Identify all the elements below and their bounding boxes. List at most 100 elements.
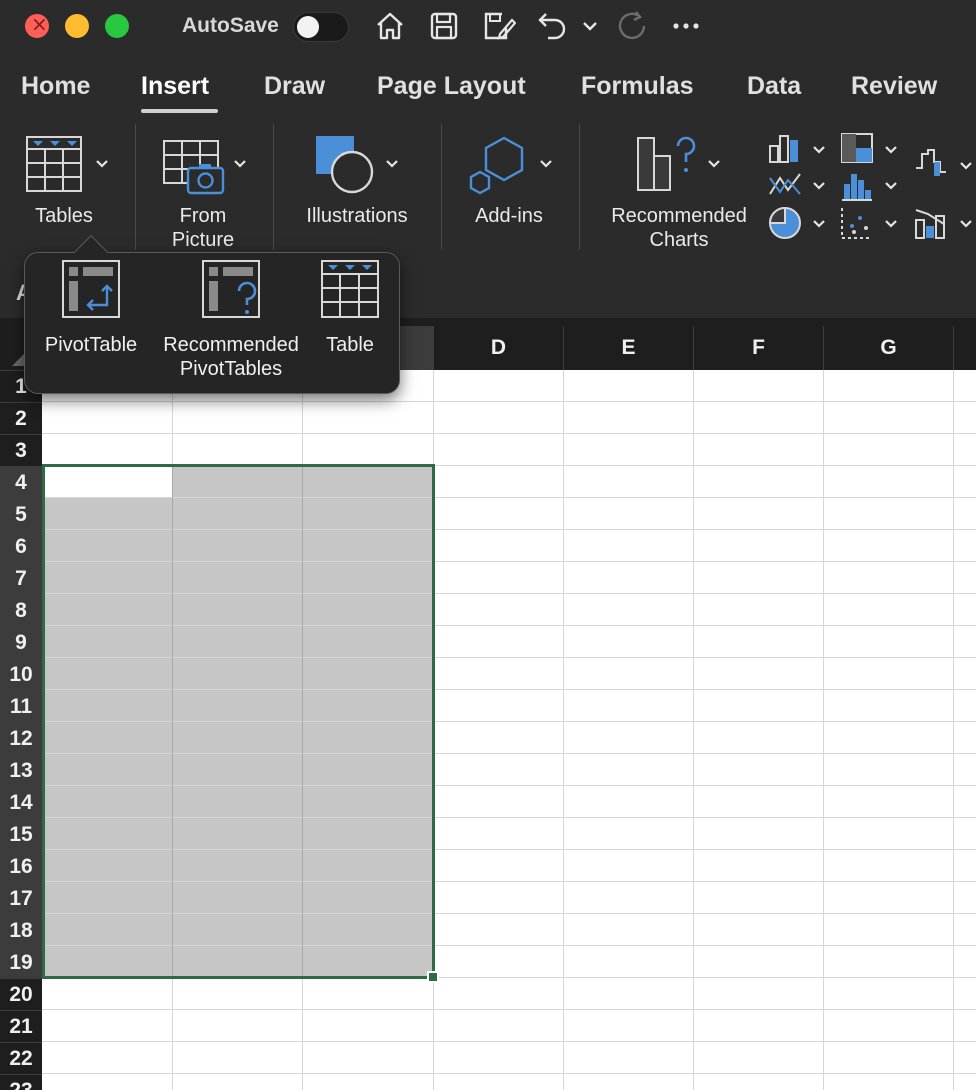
row-header[interactable]: 22 bbox=[0, 1042, 42, 1074]
row-header[interactable]: 14 bbox=[0, 786, 42, 818]
row-header[interactable]: 15 bbox=[0, 818, 42, 850]
from-picture-label[interactable]: From Picture bbox=[159, 204, 247, 252]
row-header[interactable]: 20 bbox=[0, 978, 42, 1010]
add-ins-label[interactable]: Add-ins bbox=[466, 204, 552, 228]
title-bar: AutoSave bbox=[0, 0, 976, 54]
save-as-icon[interactable] bbox=[480, 8, 517, 44]
row-header[interactable]: 9 bbox=[0, 626, 42, 658]
row-header[interactable]: 16 bbox=[0, 850, 42, 882]
active-tab-indicator bbox=[141, 109, 218, 113]
combo-chart-icon[interactable] bbox=[914, 206, 948, 240]
tab-home[interactable]: Home bbox=[21, 72, 90, 101]
statistic-chart-chevron-down-icon[interactable] bbox=[883, 178, 899, 194]
recommended-charts-icon[interactable] bbox=[636, 132, 700, 194]
ribbon-divider bbox=[579, 124, 580, 250]
statistic-chart-icon[interactable] bbox=[840, 170, 874, 202]
tab-draw[interactable]: Draw bbox=[264, 72, 325, 101]
row-header[interactable]: 13 bbox=[0, 754, 42, 786]
column-header-h[interactable] bbox=[953, 326, 976, 370]
tables-icon[interactable] bbox=[26, 136, 82, 192]
fill-handle[interactable] bbox=[427, 971, 439, 983]
row-header[interactable]: 17 bbox=[0, 882, 42, 914]
column-header-d[interactable]: D bbox=[433, 326, 563, 370]
ribbon: Home Insert Draw Page Layout Formulas Da… bbox=[0, 54, 976, 268]
cell-grid[interactable] bbox=[42, 370, 976, 1090]
tab-insert[interactable]: Insert bbox=[141, 72, 209, 101]
grid-line bbox=[42, 401, 976, 402]
save-icon[interactable] bbox=[426, 8, 462, 44]
column-header-e[interactable]: E bbox=[563, 326, 693, 370]
column-header-f[interactable]: F bbox=[693, 326, 823, 370]
waterfall-chart-chevron-down-icon[interactable] bbox=[958, 158, 974, 174]
hierarchy-chart-chevron-down-icon[interactable] bbox=[883, 142, 899, 158]
undo-dropdown-chevron-down-icon[interactable] bbox=[578, 8, 602, 44]
from-picture-icon[interactable] bbox=[163, 140, 225, 196]
tab-review[interactable]: Review bbox=[851, 72, 937, 101]
undo-icon[interactable] bbox=[534, 8, 570, 44]
row-header[interactable]: 8 bbox=[0, 594, 42, 626]
recommended-charts-chevron-down-icon[interactable] bbox=[706, 156, 722, 172]
tables-popover: PivotTable Recommended PivotTables Table bbox=[24, 235, 400, 394]
redo-icon[interactable] bbox=[614, 8, 650, 44]
grid-line bbox=[823, 370, 824, 1090]
ribbon-divider bbox=[273, 124, 274, 250]
row-header[interactable]: 11 bbox=[0, 690, 42, 722]
add-ins-icon[interactable] bbox=[468, 134, 530, 196]
recommended-pivottables-label: Recommended PivotTables bbox=[163, 334, 299, 380]
column-chart-icon[interactable] bbox=[768, 132, 802, 164]
tab-formulas[interactable]: Formulas bbox=[581, 72, 694, 101]
pivottable-icon bbox=[61, 259, 121, 319]
row-header[interactable]: 4 bbox=[0, 466, 42, 498]
row-header[interactable]: 21 bbox=[0, 1010, 42, 1042]
grid-line bbox=[42, 1041, 976, 1042]
grid-line bbox=[563, 370, 564, 1090]
row-header[interactable]: 3 bbox=[0, 434, 42, 466]
row-header[interactable]: 18 bbox=[0, 914, 42, 946]
illustrations-label[interactable]: Illustrations bbox=[296, 204, 418, 228]
autosave-toggle[interactable] bbox=[293, 12, 349, 42]
row-header[interactable]: 19 bbox=[0, 946, 42, 978]
grid-line bbox=[42, 1009, 976, 1010]
scatter-chart-chevron-down-icon[interactable] bbox=[883, 216, 899, 232]
add-ins-chevron-down-icon[interactable] bbox=[538, 156, 554, 172]
tables-label[interactable]: Tables bbox=[30, 204, 98, 228]
row-header[interactable]: 12 bbox=[0, 722, 42, 754]
ribbon-divider bbox=[441, 124, 442, 250]
tables-chevron-down-icon[interactable] bbox=[94, 156, 110, 172]
pie-chart-chevron-down-icon[interactable] bbox=[811, 216, 827, 232]
illustrations-chevron-down-icon[interactable] bbox=[384, 156, 400, 172]
tab-data[interactable]: Data bbox=[747, 72, 801, 101]
column-header-g[interactable]: G bbox=[823, 326, 953, 370]
zoom-window-button[interactable] bbox=[105, 14, 129, 38]
more-icon[interactable] bbox=[668, 8, 704, 44]
row-header-bar: 1 2 3 4 5 6 7 8 9 10 11 12 13 14 15 16 1… bbox=[0, 370, 42, 1090]
illustrations-icon[interactable] bbox=[314, 134, 376, 196]
hierarchy-chart-icon[interactable] bbox=[840, 132, 874, 164]
scatter-chart-icon[interactable] bbox=[840, 206, 874, 240]
row-header[interactable]: 5 bbox=[0, 498, 42, 530]
pivottable-button[interactable]: PivotTable bbox=[39, 259, 143, 357]
pivottable-label: PivotTable bbox=[44, 334, 138, 356]
waterfall-chart-icon[interactable] bbox=[914, 148, 948, 180]
row-header[interactable]: 23 bbox=[0, 1074, 42, 1090]
line-chart-chevron-down-icon[interactable] bbox=[811, 178, 827, 194]
selection-border bbox=[42, 464, 435, 979]
row-header[interactable]: 2 bbox=[0, 402, 42, 434]
minimize-window-button[interactable] bbox=[65, 14, 89, 38]
combo-chart-chevron-down-icon[interactable] bbox=[958, 216, 974, 232]
home-icon[interactable] bbox=[372, 8, 408, 44]
row-header[interactable]: 10 bbox=[0, 658, 42, 690]
from-picture-chevron-down-icon[interactable] bbox=[232, 156, 248, 172]
pie-chart-icon[interactable] bbox=[768, 206, 802, 240]
recommended-charts-label[interactable]: Recommended Charts bbox=[602, 204, 756, 252]
line-chart-icon[interactable] bbox=[768, 170, 802, 200]
column-chart-chevron-down-icon[interactable] bbox=[811, 142, 827, 158]
tab-page-layout[interactable]: Page Layout bbox=[377, 72, 526, 101]
grid-line bbox=[953, 370, 954, 1090]
table-button[interactable]: Table bbox=[315, 259, 385, 357]
grid-line bbox=[42, 1073, 976, 1074]
row-header[interactable]: 6 bbox=[0, 530, 42, 562]
recommended-pivottables-button[interactable]: Recommended PivotTables bbox=[155, 259, 307, 381]
close-window-button[interactable] bbox=[25, 12, 49, 38]
row-header[interactable]: 7 bbox=[0, 562, 42, 594]
